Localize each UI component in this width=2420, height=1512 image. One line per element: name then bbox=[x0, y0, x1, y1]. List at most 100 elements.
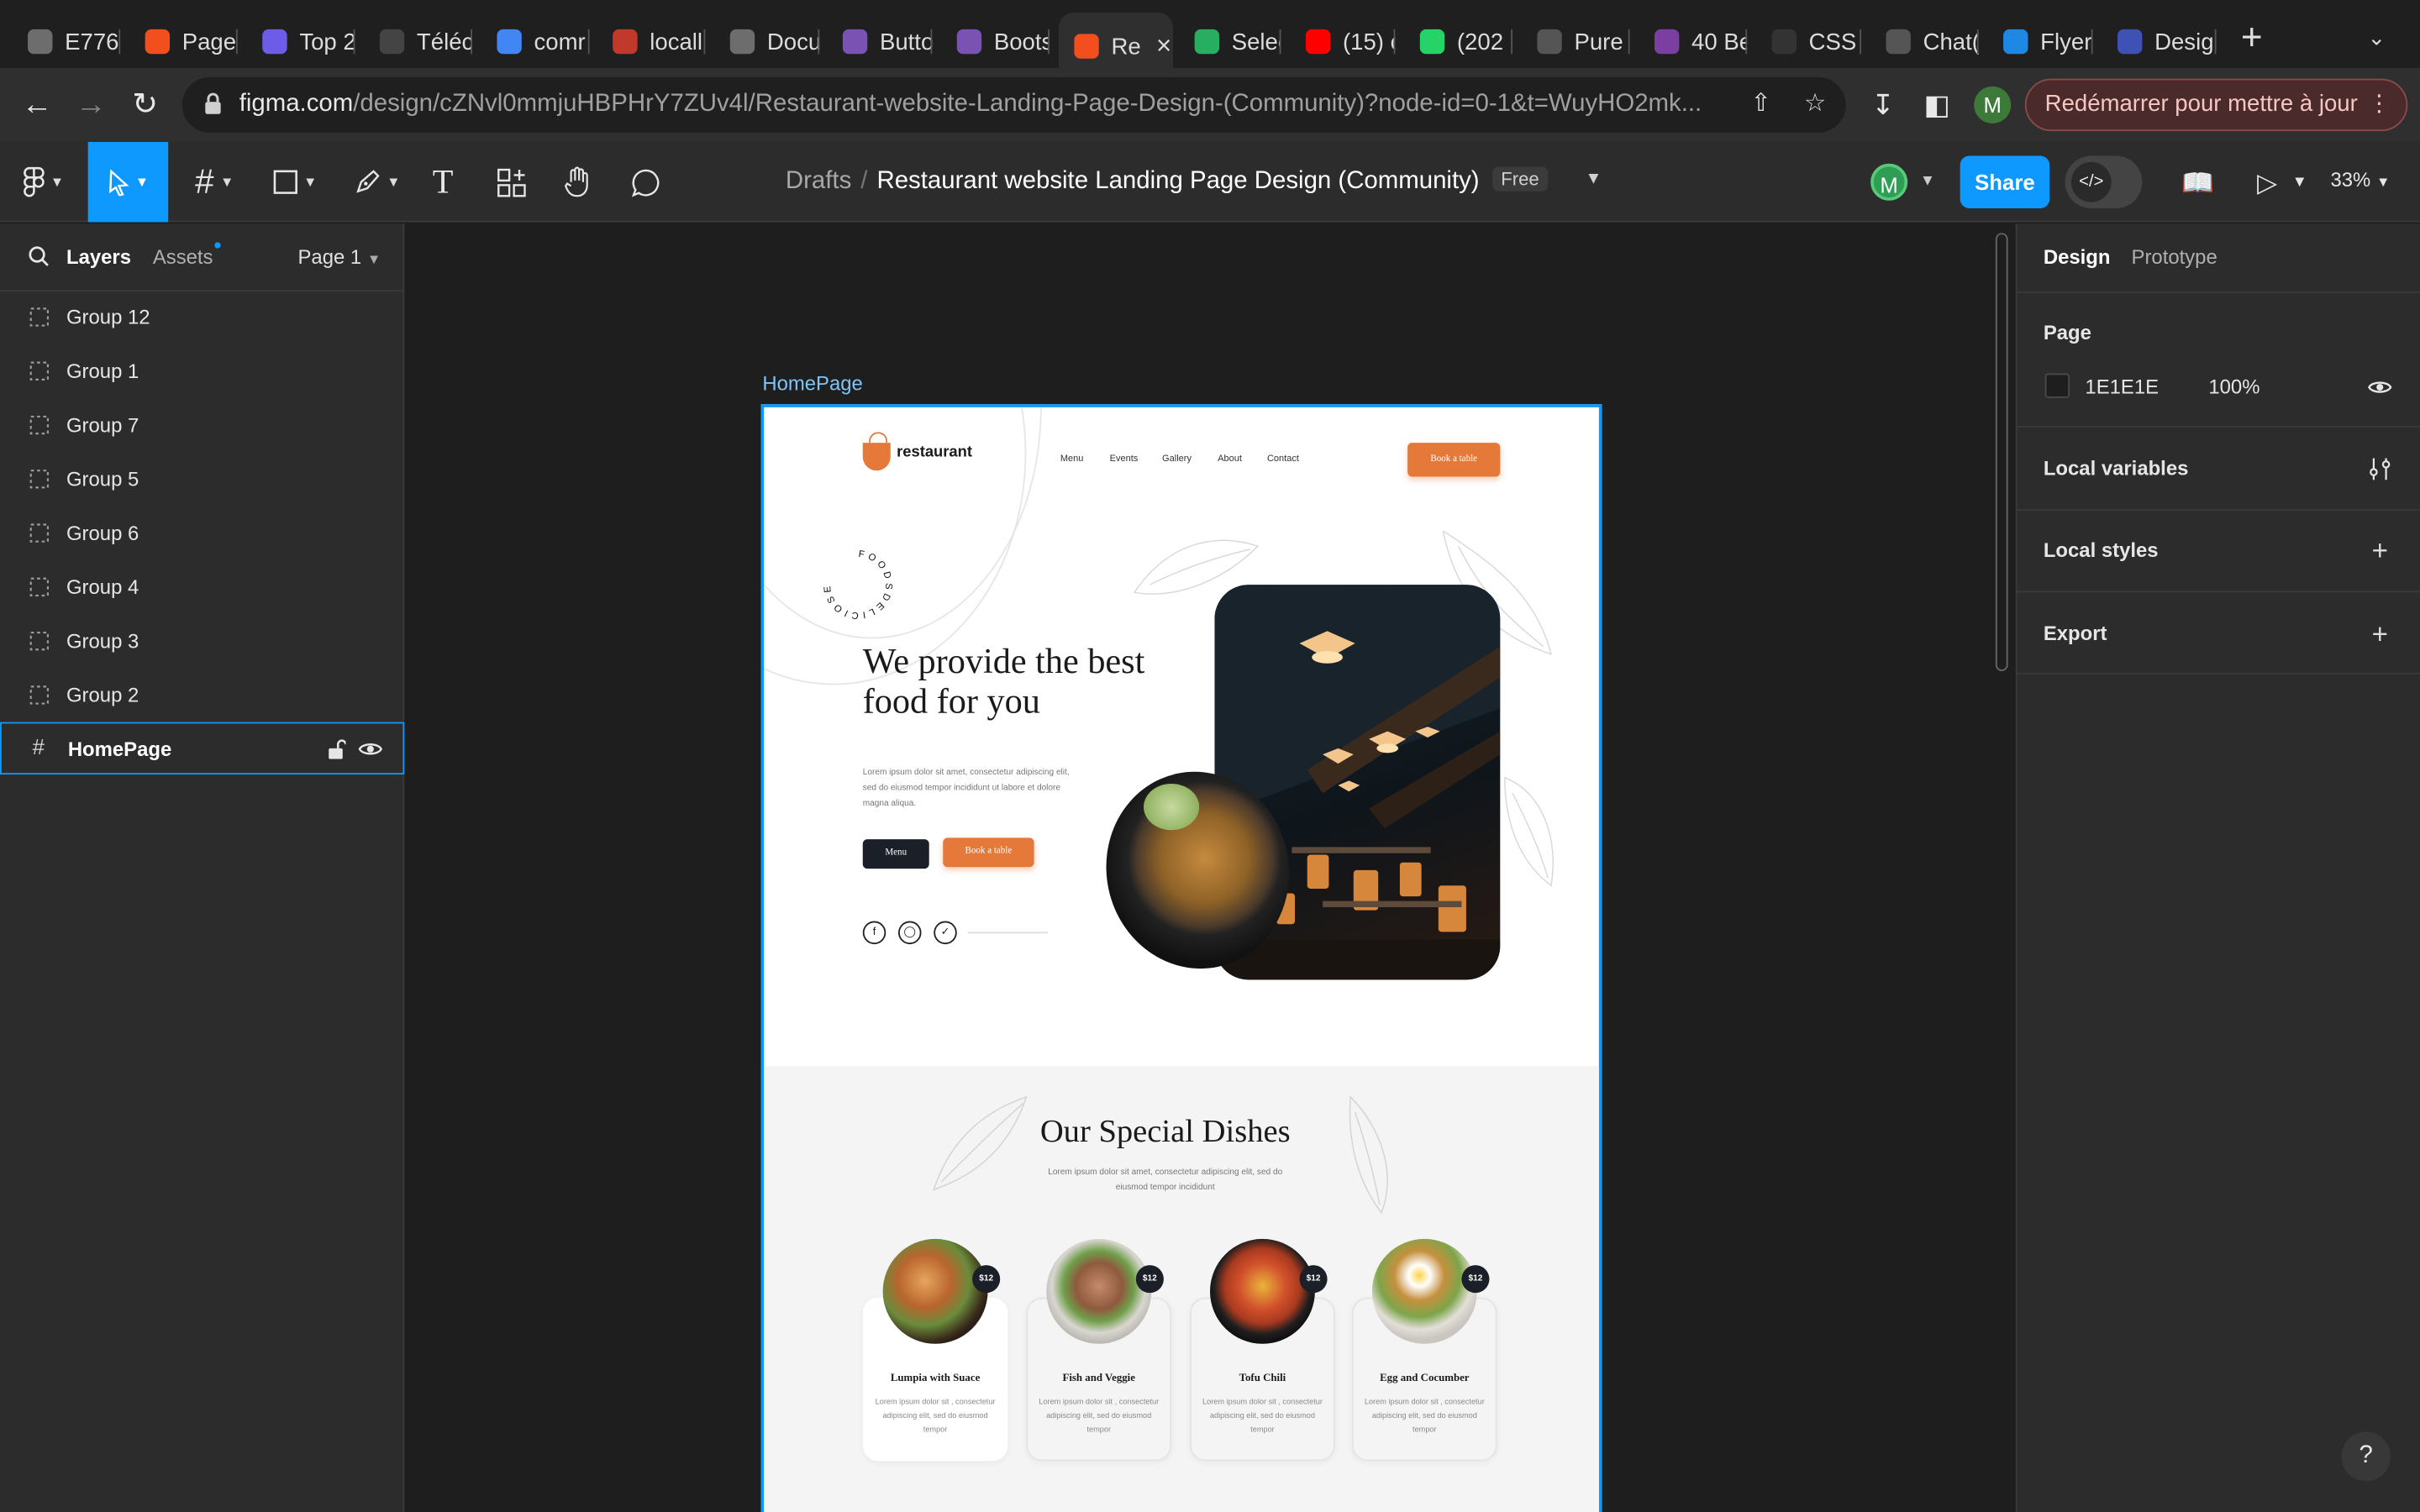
update-button[interactable]: Redémarrer pour mettre à jour ⋮ bbox=[2024, 78, 2408, 132]
eye-icon[interactable] bbox=[358, 739, 383, 759]
eye-icon[interactable] bbox=[2368, 375, 2392, 399]
browser-tab[interactable]: Boots bbox=[941, 13, 1050, 71]
dish-photo[interactable] bbox=[882, 1238, 988, 1344]
layer-row[interactable]: Group 12 bbox=[0, 291, 404, 344]
search-icon[interactable] bbox=[28, 245, 50, 267]
browser-tab[interactable]: Chat( bbox=[1870, 13, 1979, 71]
browser-tab[interactable]: CSS bbox=[1756, 13, 1862, 71]
resources-tool[interactable] bbox=[491, 142, 531, 223]
tab-assets[interactable]: Assets bbox=[153, 245, 213, 269]
tab-layers[interactable]: Layers bbox=[66, 245, 131, 269]
facebook-icon[interactable]: f bbox=[862, 921, 886, 945]
forward-arrow-icon[interactable]: → bbox=[72, 87, 109, 123]
zoom-level[interactable]: 33% ▼ bbox=[2330, 168, 2390, 192]
profile-avatar[interactable]: M bbox=[1974, 86, 2012, 123]
browser-tab[interactable]: Selec bbox=[1179, 13, 1281, 71]
side-panel-icon[interactable]: ◧ bbox=[1920, 88, 1954, 122]
nav-link[interactable]: Contact bbox=[1267, 455, 1299, 465]
tab-search-chevron-icon[interactable]: ⌄ bbox=[2368, 24, 2386, 50]
pen-tool[interactable]: ▼ bbox=[345, 142, 409, 223]
browser-tab[interactable]: (202 bbox=[1404, 13, 1513, 71]
restaurant-logo[interactable]: restaurant bbox=[862, 432, 972, 471]
nav-link[interactable]: Events bbox=[1110, 455, 1139, 465]
variables-sliders-icon[interactable] bbox=[2368, 457, 2392, 481]
page-opacity[interactable]: 100% bbox=[2208, 375, 2260, 398]
chevron-down-icon[interactable]: ▼ bbox=[1920, 173, 1935, 190]
nav-link[interactable]: Menu bbox=[1060, 455, 1084, 465]
move-tool[interactable]: ▼ bbox=[87, 141, 169, 223]
shape-tool[interactable]: ▼ bbox=[262, 142, 327, 223]
browser-tab[interactable]: Page bbox=[129, 13, 238, 71]
layer-row[interactable]: Group 3 bbox=[0, 616, 404, 668]
page-color-hex[interactable]: 1E1E1E bbox=[2085, 375, 2159, 398]
browser-tab[interactable]: 40 Be bbox=[1639, 13, 1748, 71]
instagram-icon[interactable]: ◯ bbox=[897, 921, 922, 945]
export-heading[interactable]: Export bbox=[2044, 622, 2107, 645]
browser-tab[interactable]: E776 bbox=[13, 13, 121, 71]
page-selector[interactable]: Page 1 ▼ bbox=[297, 245, 381, 269]
layer-row[interactable]: Group 1 bbox=[0, 345, 404, 397]
present-play-icon[interactable]: ▷ bbox=[2250, 166, 2284, 200]
browser-tab[interactable]: comr bbox=[481, 13, 590, 71]
unlock-icon[interactable] bbox=[327, 739, 346, 759]
address-bar[interactable]: figma.com/design/cZNvl0mmjuHBPHrY7ZUv4l/… bbox=[182, 76, 1846, 133]
comment-tool[interactable] bbox=[625, 142, 666, 223]
plus-icon[interactable]: + bbox=[2368, 537, 2392, 564]
plus-icon[interactable]: + bbox=[2368, 620, 2392, 648]
local-variables-heading[interactable]: Local variables bbox=[2044, 457, 2189, 480]
frame-tool[interactable]: # ▼ bbox=[182, 142, 247, 223]
file-name[interactable]: Restaurant website Landing Page Design (… bbox=[876, 168, 1479, 194]
share-page-icon[interactable]: ⇧ bbox=[1747, 91, 1775, 118]
library-book-icon[interactable]: 📖 bbox=[2181, 166, 2214, 200]
browser-tab[interactable]: Docu bbox=[714, 13, 820, 71]
nav-link[interactable]: About bbox=[1218, 455, 1242, 465]
browser-tab[interactable]: Téléc bbox=[364, 13, 473, 71]
share-button[interactable]: Share bbox=[1960, 155, 2050, 208]
dish-photo[interactable] bbox=[1371, 1238, 1477, 1344]
book-table-button[interactable]: Book a table bbox=[1407, 443, 1501, 477]
url-text[interactable]: figma.com/design/cZNvl0mmjuHBPHrY7ZUv4l/… bbox=[239, 91, 1730, 118]
layer-row-homepage[interactable]: # HomePage bbox=[0, 722, 405, 775]
collaborator-avatar[interactable]: M bbox=[1870, 163, 1908, 201]
more-vertical-icon[interactable]: ⋮ bbox=[2368, 81, 2391, 130]
homepage-frame[interactable]: restaurant Menu Events Gallery About Contact… bbox=[760, 404, 1602, 1512]
chevron-down-icon[interactable]: ▼ bbox=[2283, 166, 2317, 200]
frame-label[interactable]: HomePage bbox=[762, 372, 862, 396]
reload-icon[interactable]: ↻ bbox=[127, 87, 164, 123]
dish-photo[interactable] bbox=[1210, 1238, 1315, 1344]
layer-row[interactable]: Group 7 bbox=[0, 400, 404, 452]
design-canvas[interactable]: HomePage restaurant Menu Events Gallery Abo… bbox=[406, 223, 2016, 1512]
hand-tool[interactable] bbox=[557, 142, 597, 223]
help-button[interactable]: ? bbox=[2341, 1431, 2391, 1482]
nav-link[interactable]: Gallery bbox=[1162, 455, 1192, 465]
tab-design[interactable]: Design bbox=[2044, 245, 2111, 269]
download-icon[interactable]: ↧ bbox=[1866, 88, 1900, 122]
back-arrow-icon[interactable]: ← bbox=[18, 87, 55, 123]
browser-tab[interactable]: Pure bbox=[1522, 13, 1630, 71]
local-styles-heading[interactable]: Local styles bbox=[2044, 538, 2159, 562]
bookmark-star-icon[interactable]: ☆ bbox=[1801, 91, 1828, 118]
text-tool[interactable]: T bbox=[423, 142, 463, 223]
layer-row[interactable]: Group 5 bbox=[0, 454, 404, 506]
twitter-icon[interactable]: ✓ bbox=[934, 921, 957, 945]
browser-tab[interactable]: Butto bbox=[827, 13, 933, 71]
browser-tab[interactable]: Top 2 bbox=[247, 13, 355, 71]
canvas-scrollbar[interactable] bbox=[1995, 233, 2008, 671]
page-color-swatch[interactable] bbox=[2044, 373, 2070, 398]
lock-icon[interactable] bbox=[203, 92, 222, 114]
tab-prototype[interactable]: Prototype bbox=[2132, 245, 2217, 269]
close-tab-icon[interactable]: × bbox=[1156, 31, 1171, 62]
book-table-hero-button[interactable]: Book a table bbox=[943, 837, 1034, 868]
file-menu-chevron-icon[interactable]: ▼ bbox=[1585, 170, 1602, 188]
figma-main-menu[interactable]: ▼ bbox=[13, 142, 74, 223]
browser-tab[interactable]: Flyer bbox=[1988, 13, 2093, 71]
dish-photo[interactable] bbox=[1046, 1238, 1152, 1344]
layer-row[interactable]: Group 2 bbox=[0, 669, 404, 722]
browser-tab[interactable]: Desig bbox=[2102, 13, 2217, 71]
menu-button[interactable]: Menu bbox=[862, 839, 929, 869]
new-tab-button[interactable]: + bbox=[2235, 19, 2269, 56]
layer-row[interactable]: Group 6 bbox=[0, 507, 404, 559]
breadcrumb-drafts[interactable]: Drafts bbox=[786, 168, 851, 194]
browser-tab[interactable]: (15) c bbox=[1291, 13, 1396, 71]
dev-mode-toggle[interactable]: </> bbox=[2065, 155, 2143, 208]
